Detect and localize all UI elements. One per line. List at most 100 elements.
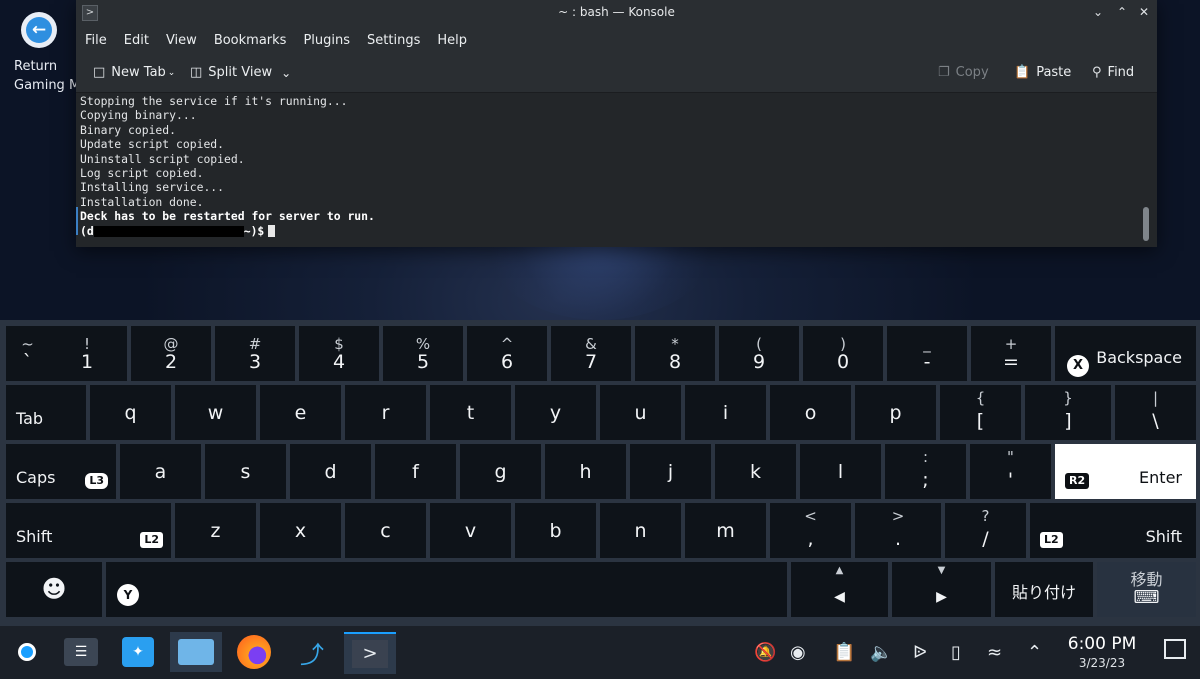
key-backspace[interactable]: X Backspace — [1055, 326, 1196, 381]
key-equals[interactable]: + = — [971, 326, 1051, 381]
volume-icon[interactable]: 🔈 — [870, 642, 892, 663]
key-tab[interactable]: Tab — [6, 385, 86, 440]
key-semicolon[interactable]: :; — [885, 444, 966, 499]
key-slash[interactable]: ? / — [945, 503, 1026, 558]
dolphin-emulator-icon[interactable]: ⤴ — [286, 632, 338, 672]
close-icon[interactable]: ✕ — [1134, 3, 1154, 21]
terminal-line: Copying binary... — [80, 108, 197, 123]
notifications-off-icon[interactable]: 🔕 — [754, 642, 776, 663]
key-6[interactable]: ^ 6 — [467, 326, 547, 381]
key-c[interactable]: c — [345, 503, 426, 558]
key-move-keyboard[interactable]: 移動 ⌨ — [1097, 562, 1196, 617]
return-gaming-mode-shortcut[interactable]: ← Return Gaming M — [14, 12, 84, 95]
key-q[interactable]: q — [90, 385, 171, 440]
key-enter[interactable]: R2 Enter — [1055, 444, 1196, 499]
minimize-icon[interactable]: ⌄ — [1088, 3, 1108, 21]
clipboard-icon[interactable]: 📋 — [833, 642, 855, 663]
menu-edit[interactable]: Edit — [124, 33, 149, 48]
copy-button[interactable]: ❐ Copy — [938, 65, 989, 80]
key-paste[interactable]: 貼り付け — [995, 562, 1093, 617]
steam-icon[interactable]: ◉ — [790, 642, 806, 663]
chevron-up-icon[interactable]: ⌃ — [1027, 642, 1042, 663]
key-f[interactable]: f — [375, 444, 456, 499]
key-v[interactable]: v — [430, 503, 511, 558]
menu-bookmarks[interactable]: Bookmarks — [214, 33, 287, 48]
key-u[interactable]: u — [600, 385, 681, 440]
new-tab-button[interactable]: □ New Tab ⌄ — [93, 65, 175, 80]
key-x[interactable]: x — [260, 503, 341, 558]
key-r[interactable]: r — [345, 385, 426, 440]
menu-help[interactable]: Help — [437, 33, 467, 48]
show-desktop-icon[interactable] — [1164, 639, 1186, 659]
key-w[interactable]: w — [175, 385, 256, 440]
key-char: 9 — [752, 351, 766, 373]
menu-settings[interactable]: Settings — [367, 33, 420, 48]
key-period[interactable]: >. — [855, 503, 941, 558]
key-space[interactable]: Y — [106, 562, 787, 617]
terminal-area[interactable]: Stopping the service if it's running... … — [76, 93, 1140, 247]
discover-store-icon[interactable]: ✦ — [112, 632, 164, 672]
konsole-taskbar-icon[interactable]: > — [344, 632, 396, 674]
file-manager-icon[interactable] — [170, 632, 222, 672]
firefox-icon[interactable] — [228, 632, 280, 672]
key-t[interactable]: t — [430, 385, 511, 440]
key-left-bracket[interactable]: {[ — [940, 385, 1021, 440]
key-shift-left[interactable]: Shift L2 — [6, 503, 171, 558]
key-4[interactable]: $4 — [299, 326, 379, 381]
terminal-scrollbar[interactable] — [1143, 207, 1149, 241]
steamos-menu-icon[interactable] — [2, 632, 52, 672]
key-0[interactable]: ) 0 — [803, 326, 883, 381]
key-l[interactable]: l — [800, 444, 881, 499]
key-n[interactable]: n — [600, 503, 681, 558]
terminal-prompt[interactable]: (d ~)$ — [80, 224, 375, 238]
wifi-icon[interactable]: ≈ — [987, 642, 1002, 663]
title-bar[interactable]: > ~ : bash — Konsole ⌄ ⌃ ✕ — [76, 0, 1157, 25]
key-arrow-right[interactable]: ▼ ▶ — [892, 562, 991, 617]
key-emoji[interactable]: ☻ — [6, 562, 102, 617]
key-right-bracket[interactable]: }] — [1025, 385, 1111, 440]
new-tab-icon: □ — [93, 65, 106, 80]
key-z[interactable]: z — [175, 503, 256, 558]
key-s[interactable]: s — [205, 444, 286, 499]
key-i[interactable]: i — [685, 385, 766, 440]
menu-plugins[interactable]: Plugins — [303, 33, 350, 48]
key-p[interactable]: p — [855, 385, 936, 440]
find-button[interactable]: ⚲ Find — [1092, 65, 1134, 80]
key-h[interactable]: h — [545, 444, 626, 499]
key-g[interactable]: g — [460, 444, 541, 499]
key-m[interactable]: m — [685, 503, 766, 558]
paste-button[interactable]: 📋 Paste — [1014, 65, 1071, 80]
key-o[interactable]: o — [770, 385, 851, 440]
split-view-button[interactable]: ◫ Split View ⌄ — [190, 65, 291, 80]
key-b[interactable]: b — [515, 503, 596, 558]
clock[interactable]: 6:00 PM 3/23/23 — [1064, 634, 1140, 670]
key-a[interactable]: a — [120, 444, 201, 499]
key-arrow-left[interactable]: ▲ ◀ — [791, 562, 888, 617]
storage-device-icon[interactable]: ▯ — [951, 642, 961, 663]
key-minus[interactable]: _ - — [887, 326, 967, 381]
key-j[interactable]: j — [630, 444, 711, 499]
key-k[interactable]: k — [715, 444, 796, 499]
key-3[interactable]: #3 — [215, 326, 295, 381]
key-shift-right[interactable]: L2 Shift — [1030, 503, 1196, 558]
key-d[interactable]: d — [290, 444, 371, 499]
key-caps[interactable]: Caps L3 — [6, 444, 116, 499]
key-1[interactable]: ! 1 — [47, 326, 127, 381]
key-2[interactable]: @2 — [131, 326, 211, 381]
menu-view[interactable]: View — [166, 33, 197, 48]
key-e[interactable]: e — [260, 385, 341, 440]
key-char: ' — [1007, 469, 1014, 491]
bluetooth-icon[interactable]: ᐉ — [913, 642, 927, 663]
system-settings-icon[interactable]: ☰ — [55, 632, 107, 672]
key-backslash[interactable]: | \ — [1115, 385, 1196, 440]
key-9[interactable]: (9 — [719, 326, 799, 381]
maximize-icon[interactable]: ⌃ — [1112, 3, 1132, 21]
key-8[interactable]: * 8 — [635, 326, 715, 381]
key-char: j — [667, 461, 674, 483]
key-7[interactable]: & 7 — [551, 326, 631, 381]
key-5[interactable]: % 5 — [383, 326, 463, 381]
key-y[interactable]: y — [515, 385, 596, 440]
key-quote[interactable]: " ' — [970, 444, 1051, 499]
key-comma[interactable]: <, — [770, 503, 851, 558]
menu-file[interactable]: File — [85, 33, 107, 48]
